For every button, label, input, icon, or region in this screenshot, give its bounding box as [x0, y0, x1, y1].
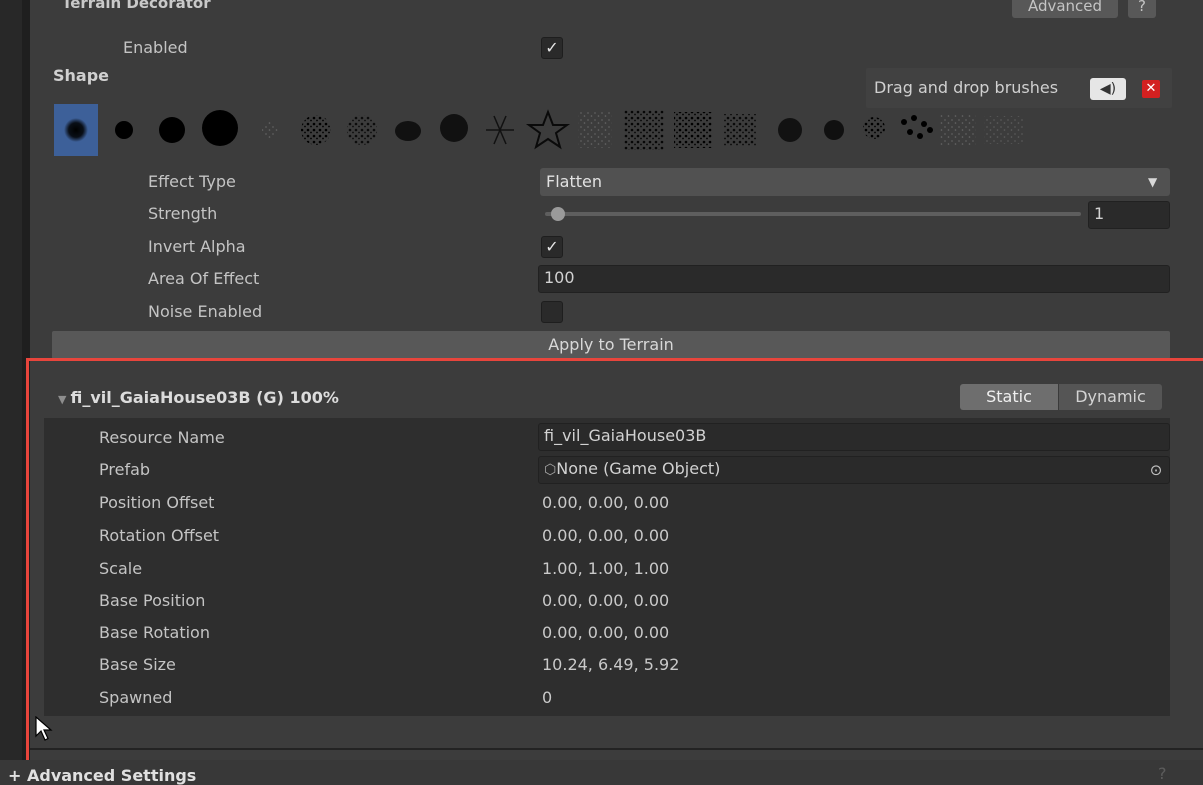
noise-enabled-label: Noise Enabled [148, 302, 263, 321]
spawned-value: 0 [542, 688, 553, 707]
brush-sparse-star[interactable] [262, 122, 278, 138]
effect-type-label: Effect Type [148, 172, 236, 191]
unity-logo-button[interactable]: ◀) [1090, 78, 1126, 100]
brush-soft-selected[interactable] [64, 118, 88, 142]
help-icon[interactable]: ? [1158, 764, 1167, 783]
base-position-value[interactable]: 0.00, 0.00, 0.00 [542, 591, 669, 610]
brush-speckle-1[interactable] [301, 115, 331, 145]
base-rotation-value[interactable]: 0.00, 0.00, 0.00 [542, 623, 669, 642]
brush-speckle-2[interactable] [347, 115, 377, 145]
brush-round-medium[interactable] [159, 117, 185, 143]
effect-type-dropdown[interactable]: Flatten [540, 168, 1170, 196]
prefab-field[interactable]: ⬡None (Game Object) [538, 456, 1170, 484]
brush-round-small[interactable] [115, 121, 133, 139]
position-offset-label: Position Offset [99, 493, 215, 512]
prefab-label: Prefab [99, 460, 151, 479]
shape-label: Shape [53, 66, 110, 85]
mouse-cursor-icon [35, 716, 53, 741]
brush-asterisk[interactable] [486, 115, 514, 145]
help-button[interactable]: ? [1128, 0, 1156, 18]
cube-icon: ⬡ [544, 462, 557, 478]
brush-grunge-2[interactable] [624, 110, 664, 150]
brush-dots-3[interactable] [984, 116, 1024, 144]
base-size-label: Base Size [99, 655, 176, 674]
brush-blob-2[interactable] [440, 114, 468, 142]
brush-dots-2[interactable] [940, 114, 976, 146]
static-toggle-button[interactable]: Static [960, 384, 1058, 410]
prefab-value: None (Game Object) [556, 459, 721, 478]
brush-palette[interactable] [54, 104, 1172, 156]
brush-splat-3[interactable] [863, 117, 885, 139]
resource-title: fi_vil_GaiaHouse03B (G) 100% [70, 388, 339, 407]
brush-grunge-4[interactable] [724, 114, 756, 146]
strength-slider-thumb[interactable] [551, 207, 565, 221]
spawned-label: Spawned [99, 688, 173, 707]
apply-to-terrain-button[interactable]: Apply to Terrain [52, 331, 1170, 359]
rotation-offset-value[interactable]: 0.00, 0.00, 0.00 [542, 526, 669, 545]
position-offset-value[interactable]: 0.00, 0.00, 0.00 [542, 493, 669, 512]
brush-star[interactable] [525, 109, 571, 150]
rotation-offset-label: Rotation Offset [99, 526, 220, 545]
advanced-button[interactable]: Advanced [1012, 0, 1118, 18]
enabled-checkbox[interactable]: ✓ [541, 37, 563, 59]
brush-splat-1[interactable] [778, 118, 802, 142]
chevron-down-icon: ▼ [1148, 175, 1158, 189]
drag-drop-label: Drag and drop brushes [874, 78, 1059, 97]
brush-dots-1[interactable] [901, 115, 933, 139]
dynamic-toggle-button[interactable]: Dynamic [1058, 384, 1162, 410]
advanced-settings-foldout[interactable]: + Advanced Settings [8, 766, 196, 785]
resource-name-field[interactable]: fi_vil_GaiaHouse03B [538, 423, 1170, 451]
area-of-effect-label: Area Of Effect [148, 269, 260, 288]
panel-divider [30, 748, 1203, 750]
brush-splat-2[interactable] [824, 120, 844, 140]
decorator-title: Terrain Decorator [62, 0, 211, 12]
noise-enabled-checkbox[interactable] [541, 301, 563, 323]
strength-slider-track[interactable] [545, 212, 1081, 216]
base-size-value[interactable]: 10.24, 6.49, 5.92 [542, 655, 679, 674]
invert-alpha-checkbox[interactable]: ✓ [541, 236, 563, 258]
brush-round-large[interactable] [202, 110, 238, 146]
foldout-triangle-icon: ▼ [58, 393, 67, 406]
strength-label: Strength [148, 204, 218, 223]
object-picker-icon[interactable]: ⊙ [1144, 456, 1168, 484]
left-frame-inner [22, 0, 30, 760]
scale-label: Scale [99, 559, 143, 578]
area-of-effect-field[interactable]: 100 [538, 265, 1170, 293]
close-icon[interactable]: ✕ [1142, 80, 1160, 98]
brush-grunge-1[interactable] [578, 112, 612, 148]
brush-blob-1[interactable] [395, 121, 421, 141]
base-position-label: Base Position [99, 591, 206, 610]
enabled-label: Enabled [123, 38, 188, 57]
base-rotation-label: Base Rotation [99, 623, 210, 642]
strength-field[interactable]: 1 [1088, 201, 1170, 229]
resource-foldout[interactable]: ▼ fi_vil_GaiaHouse03B (G) 100% [58, 388, 339, 407]
resource-name-label: Resource Name [99, 428, 225, 447]
scale-value[interactable]: 1.00, 1.00, 1.00 [542, 559, 669, 578]
left-frame [0, 0, 22, 785]
brush-grunge-3[interactable] [674, 112, 712, 148]
invert-alpha-label: Invert Alpha [148, 237, 246, 256]
